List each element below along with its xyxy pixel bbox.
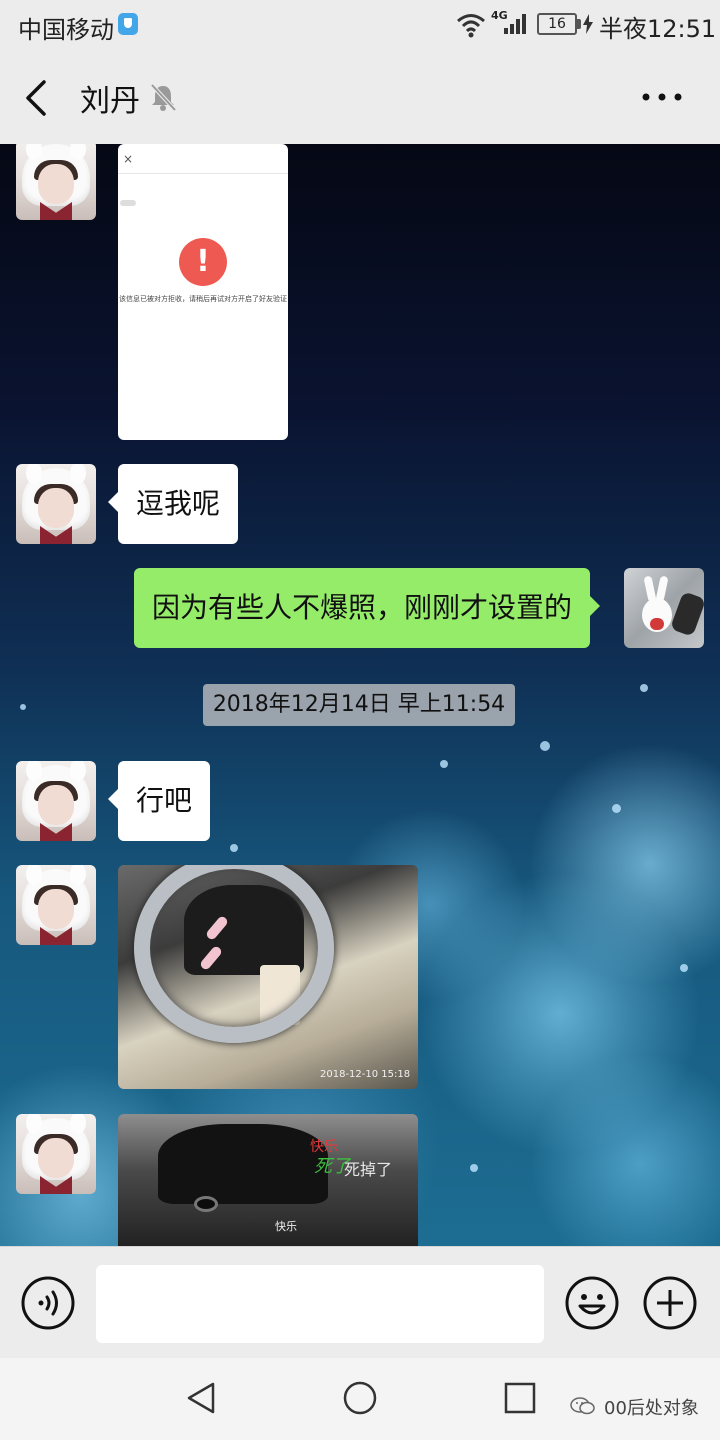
contact-avatar[interactable]: [16, 1114, 96, 1194]
photo-overlay-text: 死掉了: [344, 1160, 393, 1179]
outgoing-message-bubble[interactable]: 因为有些人不爆照，刚刚才设置的: [134, 568, 601, 648]
wechat-logo-icon: [570, 1397, 595, 1415]
message-timestamp: 2018年12月14日 早上11:54: [203, 684, 515, 726]
plus-icon[interactable]: [642, 1275, 698, 1331]
system-nav-bar: 00后处对象: [0, 1358, 720, 1440]
bokeh-dot: [230, 844, 238, 852]
incoming-message-bubble[interactable]: 行吧: [107, 761, 211, 841]
watermark-text: 00后处对象: [604, 1398, 699, 1419]
screenshot-close-glyph: ×: [123, 152, 134, 166]
alert-icon: !: [179, 238, 227, 286]
contact-avatar[interactable]: [16, 144, 96, 220]
security-badge-icon: [118, 13, 138, 35]
chat-message-list[interactable]: × ! 该信息已被对方拒收，请稍后再试对方开启了好友验证 逗我呢 因为有些人不爆…: [0, 144, 720, 1246]
photo-overlay-text: 快乐: [275, 1220, 297, 1233]
screenshot-pill: [120, 200, 136, 206]
status-bar: 中国移动 4G 16 半夜12:51: [0, 0, 720, 50]
emoji-icon[interactable]: [564, 1275, 620, 1331]
nav-recent-icon[interactable]: [502, 1380, 538, 1416]
mute-icon: [150, 83, 177, 112]
bokeh-dot: [680, 964, 688, 972]
battery-level: 16: [537, 13, 577, 35]
bokeh-dot: [440, 760, 448, 768]
screenshot-caption: 该信息已被对方拒收，请稍后再试对方开启了好友验证: [119, 295, 287, 303]
contact-avatar[interactable]: [16, 761, 96, 841]
incoming-message-bubble[interactable]: 逗我呢: [107, 464, 239, 544]
carrier-label: 中国移动: [18, 16, 114, 44]
photo-message[interactable]: 2018-12-10 15:18: [118, 865, 418, 1089]
signal-icon: [504, 14, 526, 34]
bokeh-dot: [612, 804, 621, 813]
chat-header: 刘丹: [0, 50, 720, 144]
voice-icon[interactable]: [20, 1275, 76, 1331]
bokeh-dot: [540, 741, 550, 751]
screenshot-topbar: ×: [118, 144, 288, 174]
photo-message[interactable]: 快乐 死了 死掉了 快乐: [118, 1114, 418, 1246]
my-avatar[interactable]: [624, 568, 704, 648]
contact-name-title: 刘丹: [80, 84, 140, 119]
screenshot-image-message[interactable]: × ! 该信息已被对方拒收，请稍后再试对方开启了好友验证: [118, 144, 288, 440]
back-icon[interactable]: [22, 78, 52, 118]
contact-avatar[interactable]: [16, 464, 96, 544]
message-input[interactable]: [96, 1265, 544, 1343]
message-input-bar: [0, 1246, 720, 1358]
more-options-icon[interactable]: [640, 90, 684, 104]
nav-home-icon[interactable]: [342, 1380, 378, 1416]
bokeh-dot: [20, 704, 26, 710]
bokeh-dot: [640, 684, 648, 692]
nav-back-icon[interactable]: [183, 1380, 219, 1416]
status-clock: 半夜12:51: [599, 15, 717, 43]
wifi-icon: [457, 14, 485, 38]
photo-date-stamp: 2018-12-10 15:18: [320, 1069, 411, 1080]
contact-avatar[interactable]: [16, 865, 96, 945]
bokeh-dot: [470, 1164, 478, 1172]
charging-bolt-icon: [583, 14, 593, 34]
battery-tip: [577, 19, 581, 29]
